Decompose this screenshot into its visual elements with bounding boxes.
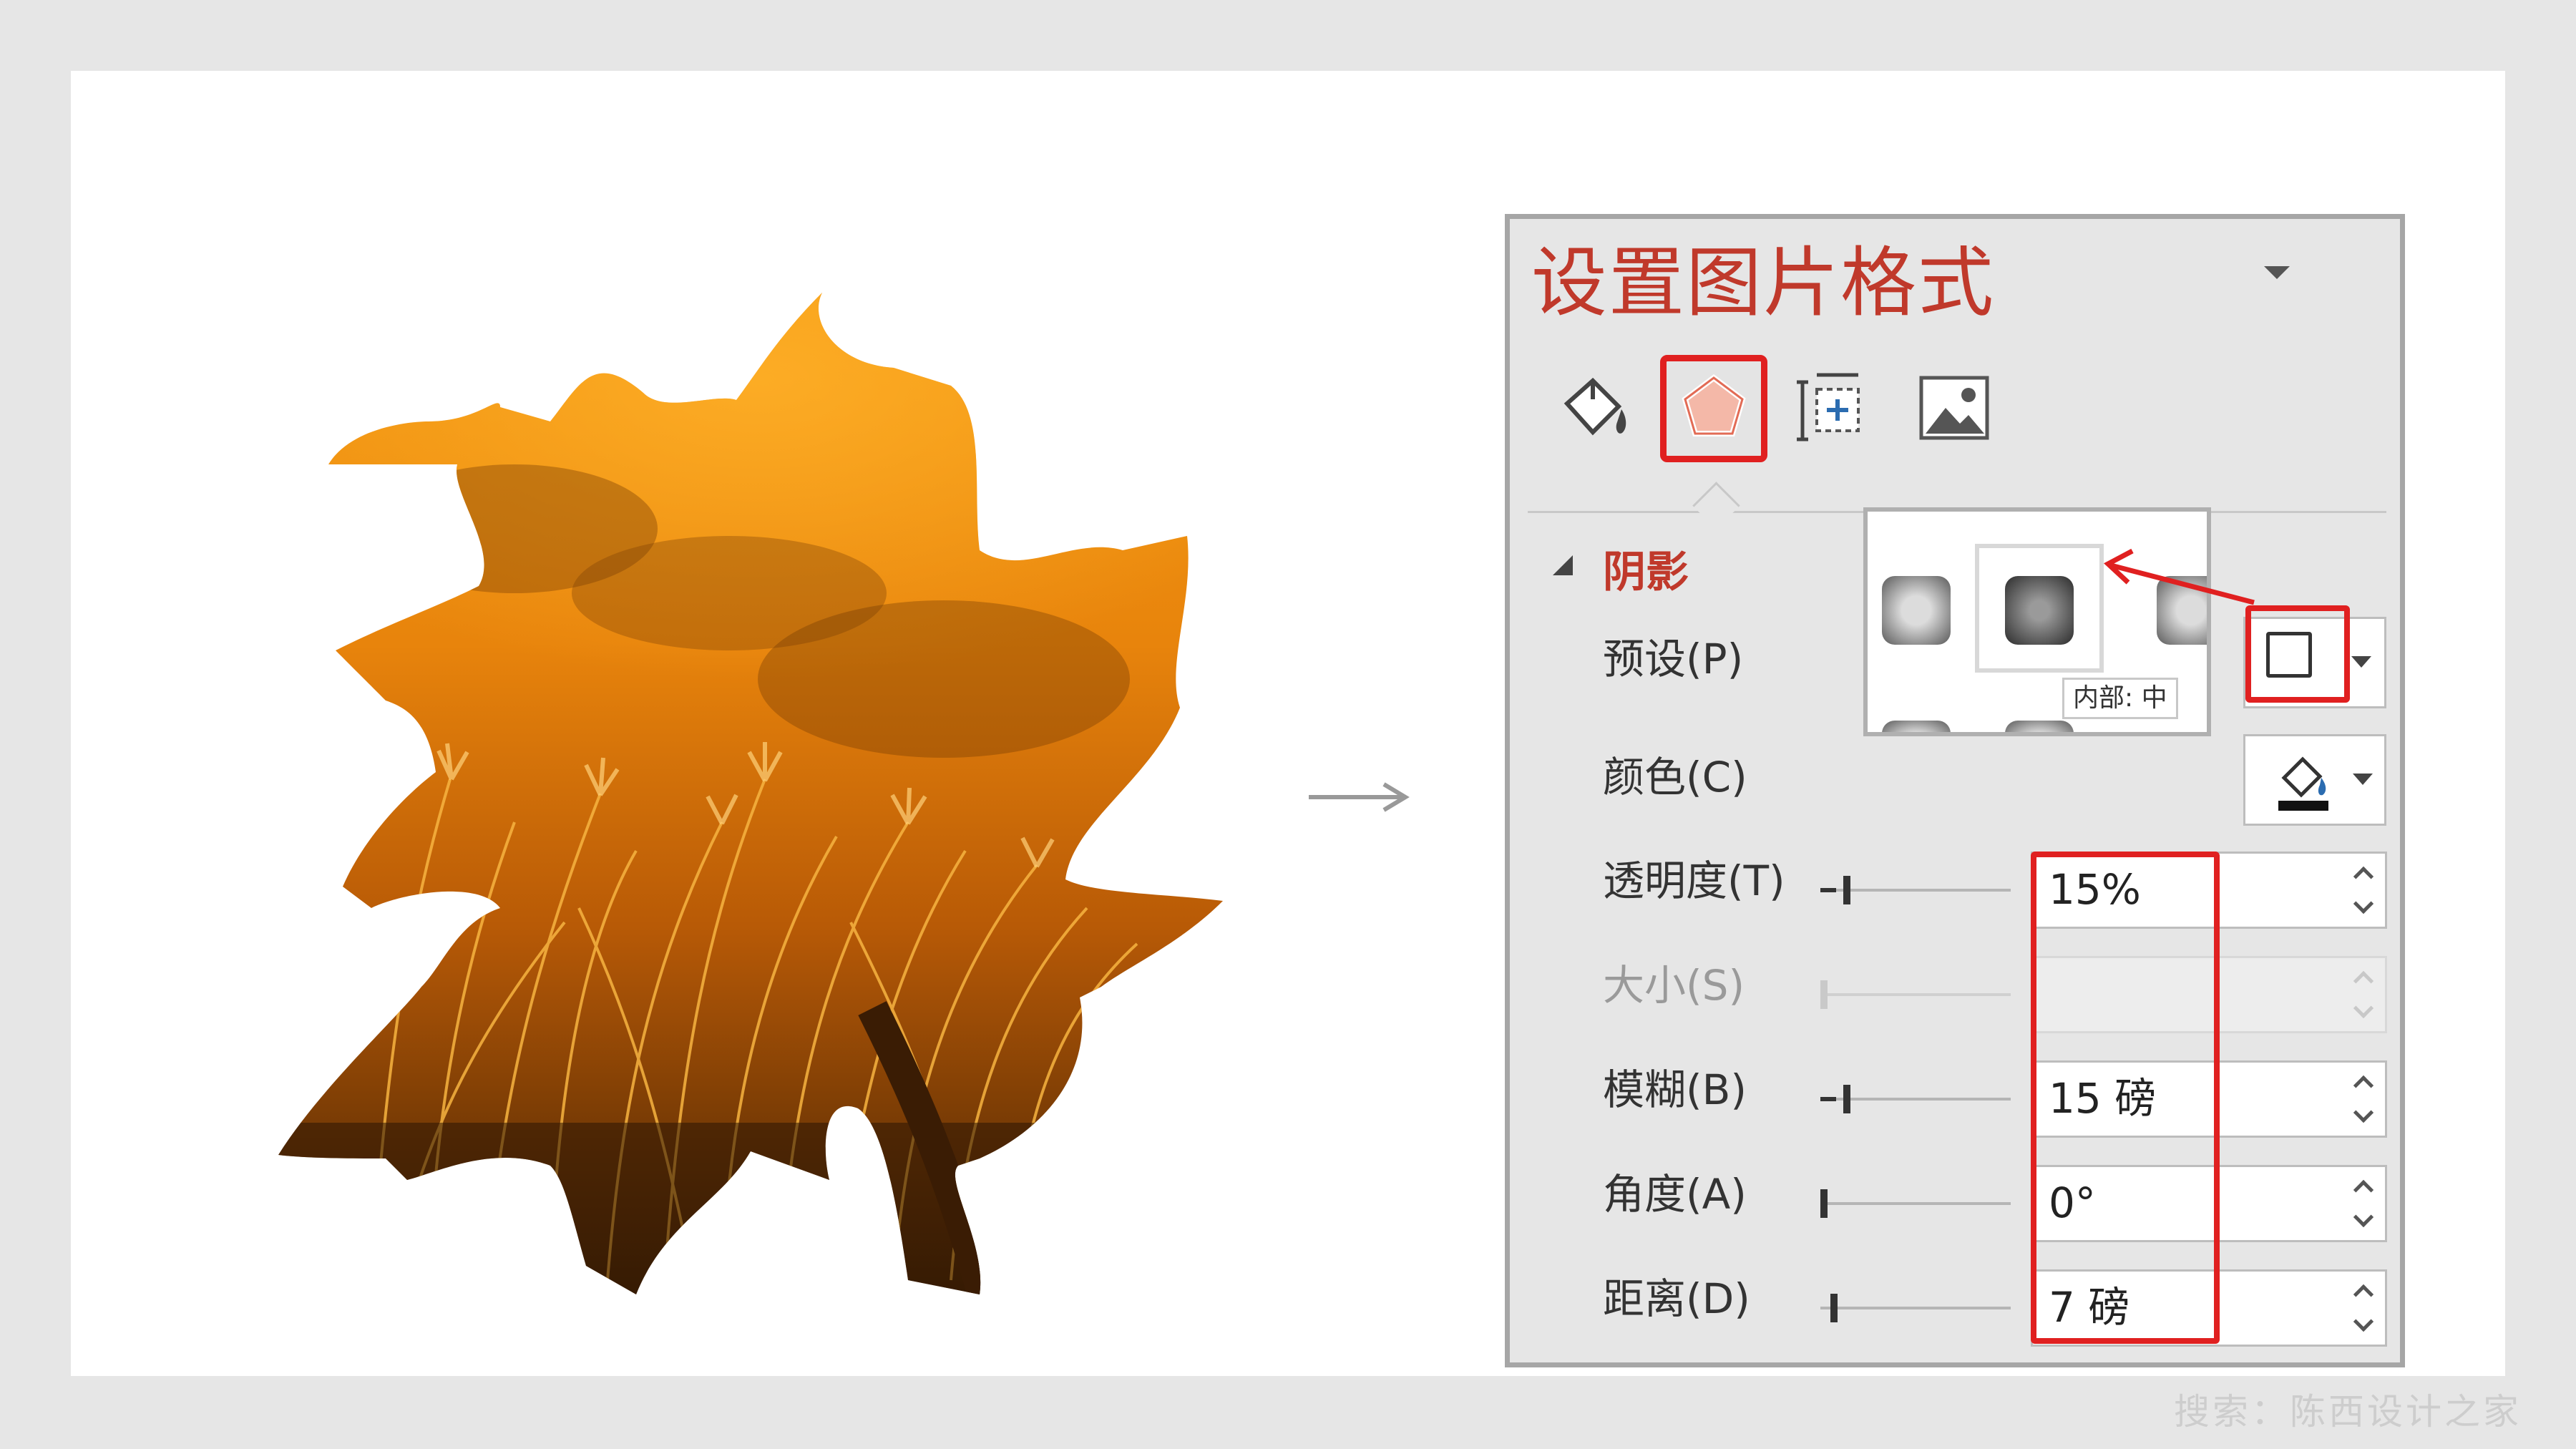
spin-down-icon[interactable] [2353, 893, 2374, 914]
active-tab-pointer [1692, 482, 1740, 530]
spin-down-icon[interactable] [2353, 1102, 2374, 1123]
effects-icon[interactable] [1674, 368, 1754, 448]
size-slider [1820, 980, 2011, 1009]
panel-title: 设置图片格式 [1531, 239, 1995, 327]
picture-icon[interactable] [1914, 368, 1994, 448]
chevron-down-icon [2351, 656, 2371, 668]
slider-thumb [1820, 980, 1828, 1009]
spin-down-icon[interactable] [2353, 1206, 2374, 1228]
slider-track-start [1820, 888, 1836, 892]
angle-slider[interactable] [1820, 1189, 2011, 1218]
slide-canvas: 设置图片格式 阴影 预设(P) 内部: 中 颜色(C) 透明度(T) 15% 大… [71, 71, 2505, 1376]
blur-slider[interactable] [1820, 1085, 2011, 1113]
angle-label: 角度(A) [1603, 1170, 1747, 1219]
color-picker-button[interactable] [2243, 734, 2386, 826]
slider-thumb[interactable] [1820, 1189, 1828, 1218]
distance-slider[interactable] [1820, 1294, 2011, 1322]
color-label: 颜色(C) [1603, 753, 1747, 801]
transparency-slider[interactable] [1820, 876, 2011, 904]
blur-label: 模糊(B) [1603, 1065, 1747, 1114]
distance-label: 距离(D) [1603, 1274, 1750, 1323]
preset-tooltip: 内部: 中 [2062, 678, 2178, 719]
size-label: 大小(S) [1603, 961, 1745, 1010]
right-arrow-icon [1309, 782, 1410, 812]
spin-up-icon[interactable] [2353, 1179, 2374, 1201]
spin-up-icon[interactable] [2353, 1284, 2374, 1305]
inner-center-preset[interactable] [1975, 544, 2104, 673]
spin-up-icon[interactable] [2353, 1075, 2374, 1096]
format-picture-panel: 设置图片格式 阴影 预设(P) 内部: 中 颜色(C) 透明度(T) 15% 大… [1505, 214, 2405, 1367]
watermark-text: 搜索：陈西设计之家 [2174, 1391, 2522, 1433]
slider-track-start [1820, 1097, 1836, 1101]
spin-up-icon [2353, 970, 2374, 992]
slider-thumb[interactable] [1843, 1085, 1850, 1113]
fill-line-icon[interactable] [1553, 368, 1633, 448]
spin-up-icon[interactable] [2353, 866, 2374, 887]
slider-thumb[interactable] [1843, 876, 1850, 904]
preset-label: 预设(P) [1603, 635, 1744, 683]
shadow-section-title[interactable]: 阴影 [1603, 537, 1689, 600]
red-pointer-arrow-icon [2104, 548, 2255, 605]
values-highlight-box [2031, 852, 2220, 1344]
paint-bucket-icon [2278, 756, 2328, 811]
panel-options-dropdown-icon[interactable] [2264, 266, 2290, 279]
collapse-triangle-icon[interactable] [1553, 555, 1573, 575]
chevron-down-icon [2353, 774, 2373, 785]
transparency-label: 透明度(T) [1603, 857, 1785, 905]
maple-leaf-image [278, 293, 1223, 1294]
slider-thumb[interactable] [1830, 1294, 1838, 1322]
spin-down-icon[interactable] [2353, 1311, 2374, 1332]
spin-down-icon [2353, 997, 2374, 1019]
size-properties-icon[interactable] [1792, 368, 1873, 448]
